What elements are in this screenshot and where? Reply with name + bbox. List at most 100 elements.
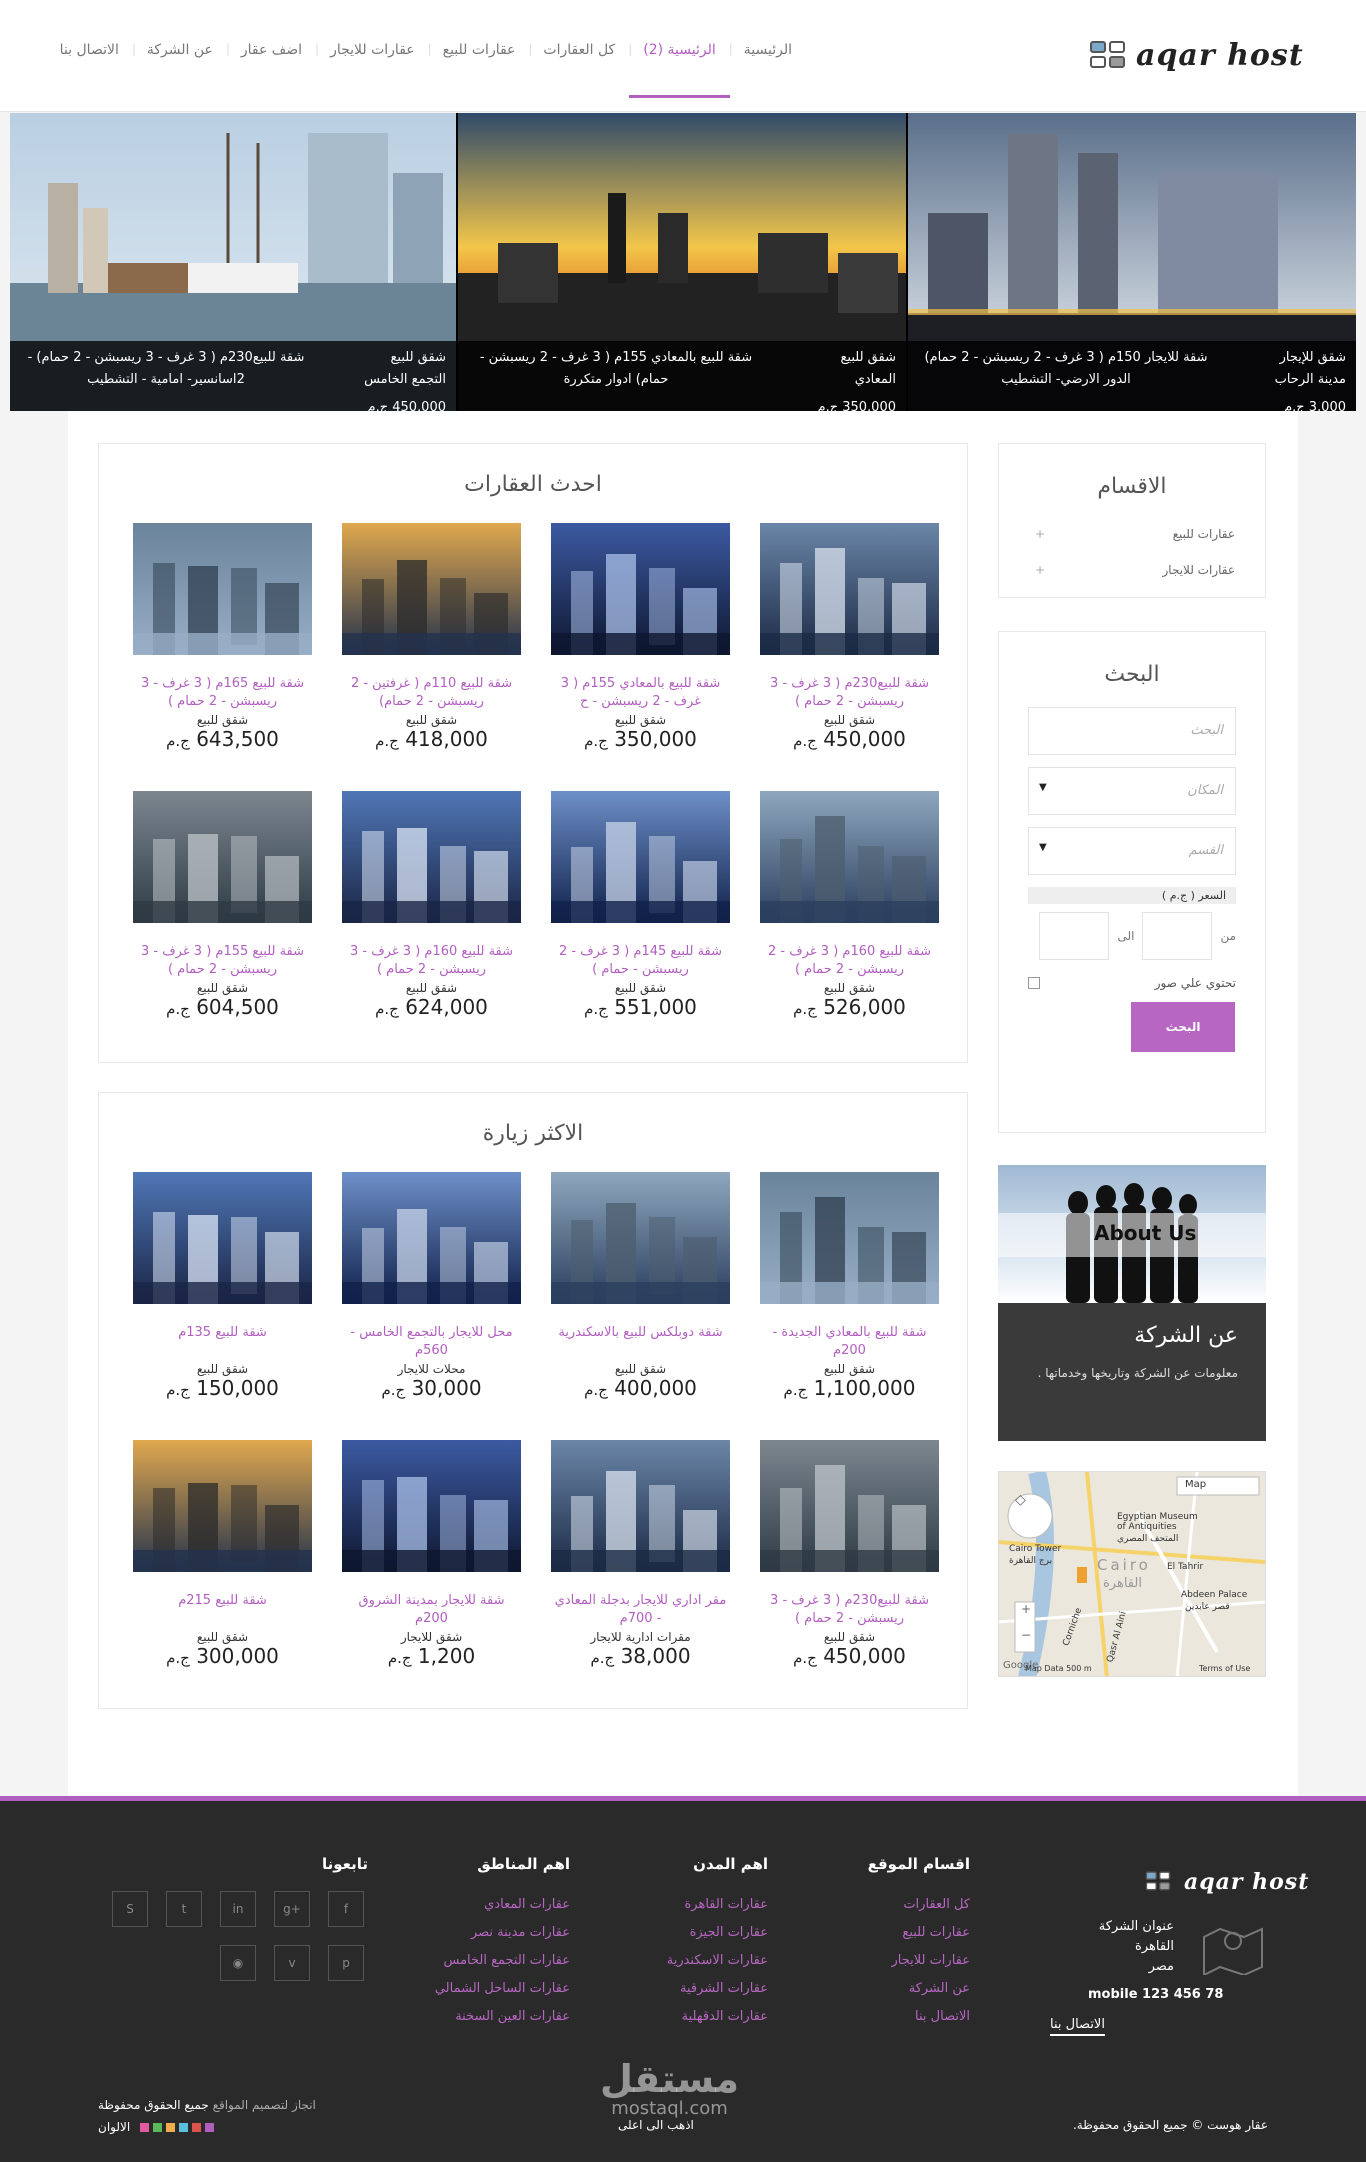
property-title[interactable]: مقر اداري للايجار بدجلة المعادي - 700م <box>551 1592 730 1628</box>
slide-title[interactable]: شقة للايجار 150م ( 3 غرف - 2 ريسبشن - 2 … <box>918 347 1214 407</box>
footer-link[interactable]: عقارات مدينة نصر <box>410 1919 570 1947</box>
property-thumbnail[interactable] <box>760 523 939 655</box>
color-swatch[interactable] <box>140 2123 150 2132</box>
twitter-icon[interactable]: t <box>166 1891 202 1927</box>
property-title[interactable]: شقة للبيع بالمعادي 155م ( 3 غرف - 2 ريسب… <box>551 675 730 711</box>
property-thumbnail[interactable] <box>342 1172 521 1304</box>
property-card[interactable]: شقة للايجار بمدينة الشروق 200م شقق للايجا… <box>342 1440 521 1708</box>
property-card[interactable]: شقة للبيع230م ( 3 غرف - 3 ريسبشن - 2 حما… <box>760 1440 939 1708</box>
footer-link[interactable]: عقارات العين السخنة <box>410 2003 570 2031</box>
nav-for-sale[interactable]: عقارات للبيع <box>429 30 533 98</box>
has-images-checkbox[interactable] <box>1028 977 1040 989</box>
map-zoom-in-icon[interactable]: + <box>1021 1602 1031 1616</box>
price-to-input[interactable] <box>1039 912 1110 960</box>
property-title[interactable]: شقة دوبلكس للبيع بالاسكندرية <box>551 1324 730 1360</box>
property-title[interactable]: شقة للبيع 135م <box>133 1324 312 1360</box>
pinterest-icon[interactable]: p <box>328 1945 364 1981</box>
footer-link[interactable]: الاتصال بنا <box>850 2003 970 2031</box>
property-card[interactable]: شقة للبيع بالمعادي الجديدة - 200م شقق للب… <box>760 1172 939 1440</box>
color-swatch[interactable] <box>205 2123 215 2132</box>
property-thumbnail[interactable] <box>342 1440 521 1572</box>
property-title[interactable]: شقة للبيع230م ( 3 غرف - 3 ريسبشن - 2 حما… <box>760 675 939 711</box>
nav-contact[interactable]: الاتصال بنا <box>46 30 136 98</box>
map-zoom-out-icon[interactable]: − <box>1021 1628 1031 1642</box>
design-credit[interactable]: انجاز لتصميم المواقع <box>213 2098 316 2112</box>
site-logo[interactable]: aqar host <box>1090 38 1304 73</box>
property-thumbnail[interactable] <box>551 523 730 655</box>
property-card[interactable]: شقة للبيع230م ( 3 غرف - 3 ريسبشن - 2 حما… <box>760 523 939 791</box>
footer-link[interactable]: عقارات الشرقية <box>630 1975 768 2003</box>
category-for-rent[interactable]: عقارات للايجار + <box>999 553 1265 589</box>
slide-2[interactable]: شقق للبيع المعادي 350,000 ج.م شقة للبيع … <box>458 113 906 411</box>
nav-home-2[interactable]: الرئيسية (2) <box>629 30 732 98</box>
property-card[interactable]: شقة للبيع بالمعادي 155م ( 3 غرف - 2 ريسب… <box>551 523 730 791</box>
skype-icon[interactable]: S <box>112 1891 148 1927</box>
property-thumbnail[interactable] <box>133 1172 312 1304</box>
has-images-option[interactable]: تحتوي علي صور <box>1028 976 1236 990</box>
property-title[interactable]: شقة للبيع بالمعادي الجديدة - 200م <box>760 1324 939 1360</box>
footer-contact-link[interactable]: الاتصال بنا <box>1050 2017 1105 2036</box>
footer-link[interactable]: عقارات الجيزة <box>630 1919 768 1947</box>
footer-link[interactable]: عقارات الدقهلية <box>630 2003 768 2031</box>
hero-slider[interactable]: شقق للبيع التجمع الخامس 450,000 ج.م شقة … <box>10 113 1356 411</box>
nav-all-properties[interactable]: كل العقارات <box>529 30 632 98</box>
property-title[interactable]: شقة للبيع 160م ( 3 غرف - 2 ريسبشن - 2 حم… <box>760 943 939 979</box>
property-thumbnail[interactable] <box>133 1440 312 1572</box>
property-thumbnail[interactable] <box>342 523 521 655</box>
property-card[interactable]: شقة للبيع 215م شقق للبيع 300,000 ج.م <box>133 1440 312 1708</box>
linkedin-icon[interactable]: in <box>220 1891 256 1927</box>
property-thumbnail[interactable] <box>551 791 730 923</box>
footer-link[interactable]: كل العقارات <box>850 1891 970 1919</box>
map-terms-link[interactable]: Terms of Use <box>1199 1664 1250 1673</box>
footer-logo[interactable]: aqar host <box>1140 1867 1309 1897</box>
back-to-top-link[interactable]: اذهب الى اعلى <box>618 2118 694 2132</box>
nav-home[interactable]: الرئيسية <box>730 30 806 98</box>
about-box[interactable]: About Us عن الشركة معلومات عن الشركة وتا… <box>998 1165 1266 1441</box>
footer-link[interactable]: عقارات للايجار <box>850 1947 970 1975</box>
nav-add-property[interactable]: اضف عقار <box>227 30 319 98</box>
property-card[interactable]: محل للايجار بالتجمع الخامس - 560م محلات ل… <box>342 1172 521 1440</box>
map-type-select[interactable]: Map <box>1185 1479 1206 1490</box>
property-thumbnail[interactable] <box>551 1172 730 1304</box>
location-map[interactable]: Map Egyptian Museum of Antiquities المتح… <box>998 1471 1266 1677</box>
map-zoom-control[interactable]: ◇ <box>1015 1492 1026 1508</box>
category-for-sale[interactable]: عقارات للبيع + <box>999 517 1265 553</box>
property-title[interactable]: شقة للبيع 145م ( 3 غرف - 2 ريسبشن - حمام… <box>551 943 730 979</box>
property-title[interactable]: شقة للبيع 155م ( 3 غرف - 3 ريسبشن - 2 حم… <box>133 943 312 979</box>
property-title[interactable]: شقة للبيع 110م ( غرفتين - 2 ريسبشن - 2 ح… <box>342 675 521 711</box>
property-thumbnail[interactable] <box>133 791 312 923</box>
property-card[interactable]: شقة للبيع 160م ( 3 غرف - 3 ريسبشن - 2 حم… <box>342 791 521 1059</box>
rss-icon[interactable]: ◉ <box>220 1945 256 1981</box>
slide-3[interactable]: شقق للبيع التجمع الخامس 450,000 ج.م شقة … <box>10 113 456 411</box>
location-select[interactable]: المكان ▼ <box>1028 767 1236 815</box>
color-swatch[interactable] <box>192 2123 202 2132</box>
property-thumbnail[interactable] <box>133 523 312 655</box>
category-select[interactable]: القسم ▼ <box>1028 827 1236 875</box>
nav-for-rent[interactable]: عقارات للايجار <box>316 30 431 98</box>
property-card[interactable]: شقة للبيع 135م شقق للبيع 150,000 ج.م <box>133 1172 312 1440</box>
nav-about[interactable]: عن الشركة <box>133 30 230 98</box>
property-title[interactable]: شقة للبيع230م ( 3 غرف - 3 ريسبشن - 2 حما… <box>760 1592 939 1628</box>
property-thumbnail[interactable] <box>760 1172 939 1304</box>
color-swatch[interactable] <box>166 2123 176 2132</box>
property-title[interactable]: شقة للبيع 215م <box>133 1592 312 1628</box>
property-thumbnail[interactable] <box>551 1440 730 1572</box>
facebook-icon[interactable]: f <box>328 1891 364 1927</box>
footer-link[interactable]: عقارات التجمع الخامس <box>410 1947 570 1975</box>
property-card[interactable]: مقر اداري للايجار بدجلة المعادي - 700م مق… <box>551 1440 730 1708</box>
color-swatch[interactable] <box>179 2123 189 2132</box>
property-thumbnail[interactable] <box>342 791 521 923</box>
property-thumbnail[interactable] <box>760 791 939 923</box>
property-card[interactable]: شقة للبيع 145م ( 3 غرف - 2 ريسبشن - حمام… <box>551 791 730 1059</box>
property-title[interactable]: محل للايجار بالتجمع الخامس - 560م <box>342 1324 521 1360</box>
slide-title[interactable]: شقة للبيع230م ( 3 غرف - 3 ريسبشن - 2 حما… <box>18 347 314 407</box>
footer-link[interactable]: عقارات القاهرة <box>630 1891 768 1919</box>
footer-link[interactable]: عقارات المعادي <box>410 1891 570 1919</box>
price-from-input[interactable] <box>1142 912 1213 960</box>
property-card[interactable]: شقة للبيع 165م ( 3 غرف - 3 ريسبشن - 2 حم… <box>133 523 312 791</box>
footer-link[interactable]: عقارات الاسكندرية <box>630 1947 768 1975</box>
search-input[interactable]: البحث <box>1028 707 1236 755</box>
property-title[interactable]: شقة للايجار بمدينة الشروق 200م <box>342 1592 521 1628</box>
footer-link[interactable]: عقارات للبيع <box>850 1919 970 1947</box>
property-title[interactable]: شقة للبيع 160م ( 3 غرف - 3 ريسبشن - 2 حم… <box>342 943 521 979</box>
